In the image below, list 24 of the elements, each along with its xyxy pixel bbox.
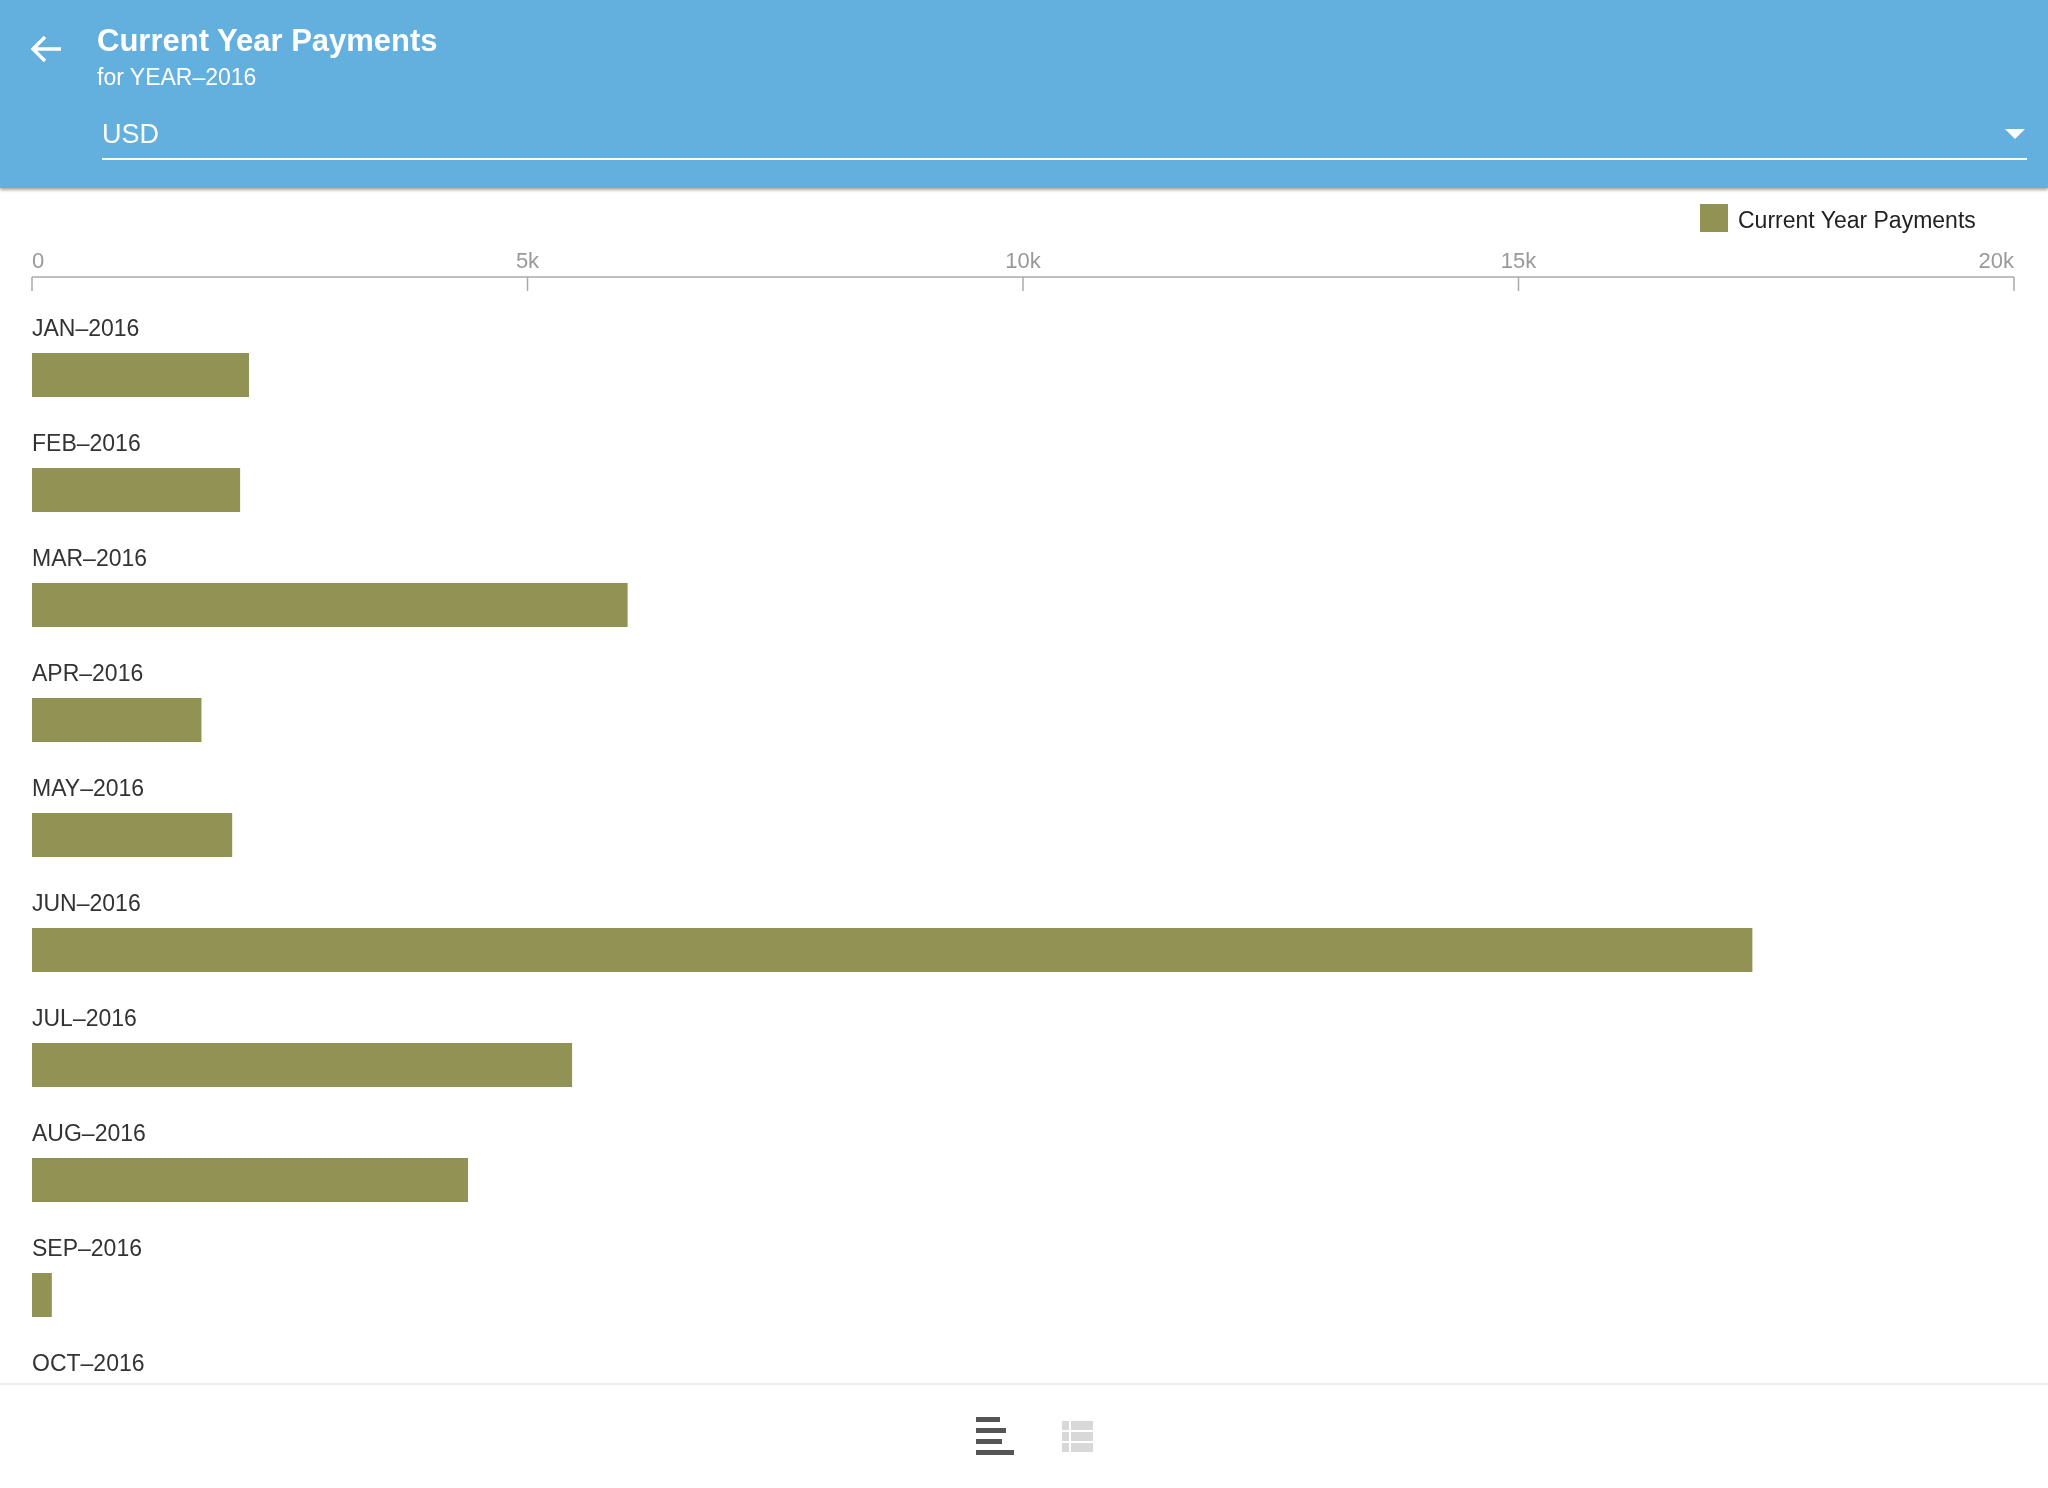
axis-tick-label: 0 <box>32 248 45 273</box>
category-label: MAR–2016 <box>32 545 148 571</box>
bar-chart-icon[interactable] <box>975 1416 1014 1457</box>
category-label: MAY–2016 <box>32 775 145 801</box>
axis-tick-label: 15k <box>1500 248 1537 273</box>
axis-tick-label: 20k <box>1978 248 2014 273</box>
list-icon[interactable] <box>1061 1421 1093 1452</box>
bar <box>32 1273 52 1317</box>
axis-tick-label: 5k <box>515 248 540 273</box>
category-label: JUL–2016 <box>32 1005 137 1031</box>
category-label: AUG–2016 <box>32 1120 146 1146</box>
page-subtitle: for YEAR–2016 <box>97 63 258 92</box>
category-label: SEP–2016 <box>32 1235 142 1261</box>
category-label: OCT–2016 <box>32 1350 145 1376</box>
page-title: Current Year Payments <box>97 22 438 60</box>
category-label: JAN–2016 <box>32 315 140 341</box>
category-label: APR–2016 <box>32 660 144 686</box>
currency-dropdown[interactable]: USD <box>102 116 2027 160</box>
category-label: JUN–2016 <box>32 890 141 916</box>
category-label: FEB–2016 <box>32 430 141 456</box>
axis-tick-label: 10k <box>1005 248 1041 273</box>
dropdown-caret-icon <box>2005 129 2025 139</box>
back-arrow-icon[interactable] <box>29 34 63 64</box>
legend-label: Current Year Payments <box>1738 207 1976 233</box>
